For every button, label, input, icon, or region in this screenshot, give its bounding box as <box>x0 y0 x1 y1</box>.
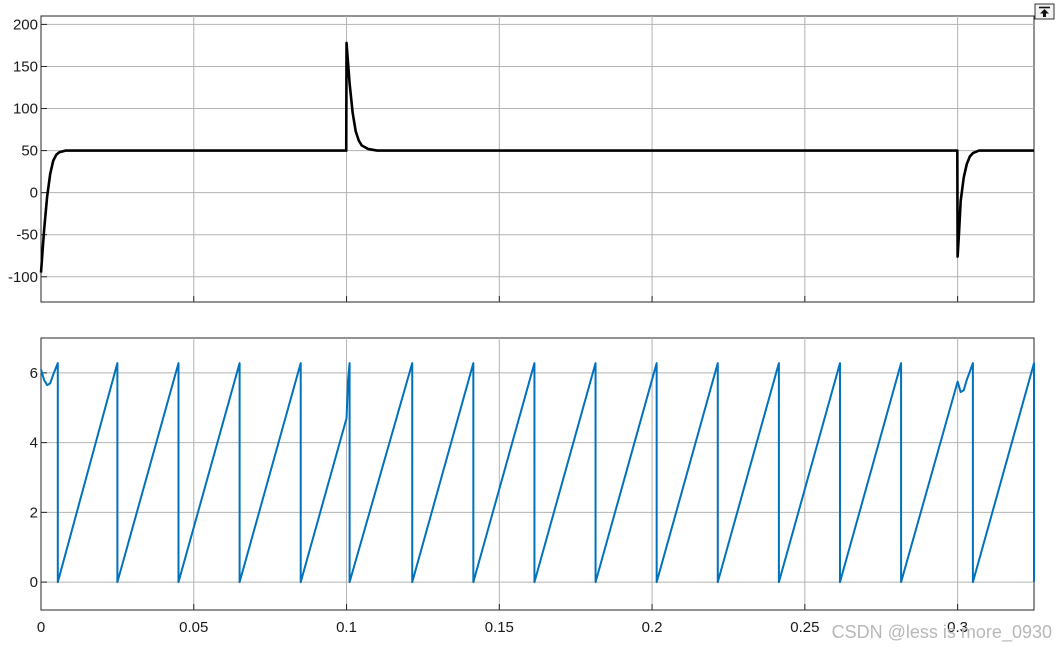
y-tick-label: -100 <box>8 269 38 286</box>
y-tick-label: 0 <box>30 574 38 591</box>
y-tick-label: 4 <box>30 435 38 452</box>
y-tick-label: 200 <box>13 16 38 33</box>
x-tick-label: 0.25 <box>790 619 819 636</box>
top-axes: -100 -50 0 50 100 150 200 <box>8 15 1035 303</box>
x-tick-label: 0.1 <box>336 619 357 636</box>
y-tick-label: 0 <box>30 185 38 202</box>
figure-canvas: -100 -50 0 50 100 150 200 0 0.05 0.1 0.15 0.2 0.25 0… <box>8 3 1055 643</box>
restore-view-button[interactable] <box>1034 3 1055 20</box>
y-tick-label: 6 <box>30 365 38 382</box>
y-tick-label: 150 <box>13 58 38 75</box>
top-tick-labels: -100 -50 0 50 100 150 200 <box>8 16 38 285</box>
y-tick-label: -50 <box>16 227 38 244</box>
bottom-axes: 0 0.05 0.1 0.15 0.2 0.25 0.30246 <box>30 337 1035 636</box>
top-axes-box <box>40 15 1035 303</box>
x-tick-label: 0 <box>37 619 45 636</box>
y-tick-label: 100 <box>13 101 38 118</box>
watermark-text: CSDN @less is more_0930 <box>832 622 1052 643</box>
y-tick-label: 50 <box>21 143 38 160</box>
y-tick-label: 2 <box>30 504 38 521</box>
x-tick-label: 0.05 <box>179 619 208 636</box>
x-tick-label: 0.15 <box>485 619 514 636</box>
x-tick-label: 0.2 <box>642 619 663 636</box>
